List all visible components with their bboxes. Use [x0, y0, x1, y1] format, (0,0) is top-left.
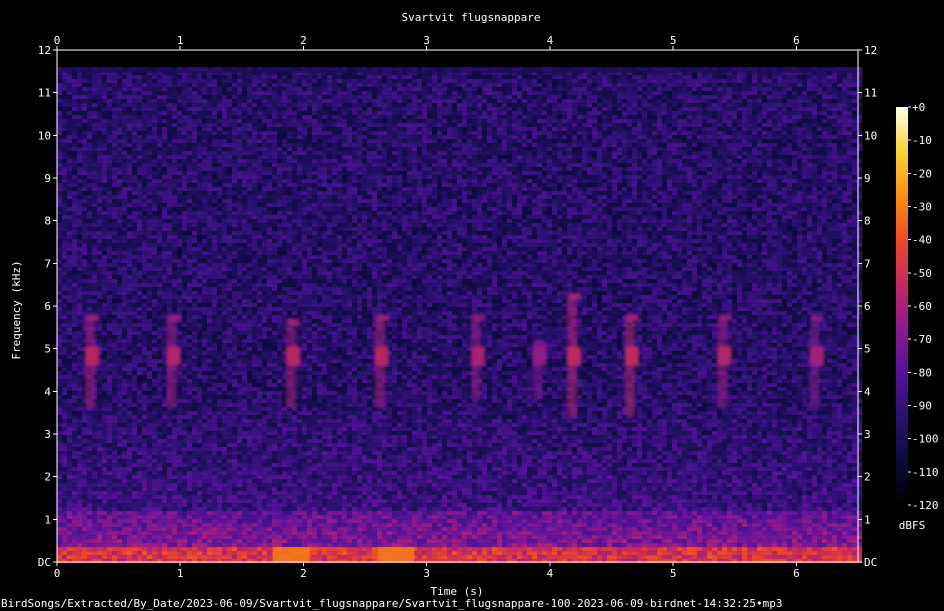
call-core [286, 346, 301, 366]
y-tick-label-right: 7 [864, 257, 871, 270]
call-upper-trace [472, 314, 485, 321]
y-tick-label-right: 1 [864, 513, 871, 526]
y-tick-label-left: DC [38, 556, 51, 569]
x-tick-label-top: 1 [177, 34, 184, 47]
y-tick-label-left: 8 [44, 215, 51, 228]
call-core [717, 346, 732, 366]
call-core [374, 346, 389, 366]
colorbar-tick-label: -100 [912, 433, 939, 446]
call-core [470, 346, 485, 366]
colorbar-tick-label: -20 [912, 167, 932, 180]
colorbar-ticks: +0 -10 -20 -30 -40 -50 -60 -70 -80 -90 -100 -110 -12… [908, 101, 939, 512]
y-tick-label-right: 11 [864, 87, 877, 100]
y-tick-label-right: 12 [864, 44, 877, 57]
y-tick-label-left: 10 [38, 129, 51, 142]
y-tick-label-right: 10 [864, 129, 877, 142]
colorbar-label: dBFS [899, 519, 926, 532]
x-tick-label-top: 5 [670, 34, 677, 47]
y-tick-label-right: 2 [864, 471, 871, 484]
x-tick-label-bottom: 3 [423, 567, 430, 580]
x-tick-label-top: 0 [54, 34, 61, 47]
call-upper-trace [534, 340, 547, 347]
y-tick-label-right: 9 [864, 172, 871, 185]
y-tick-label-left: 4 [44, 385, 51, 398]
call-upper-trace [87, 314, 100, 321]
colorbar-tick-label: -40 [912, 234, 932, 247]
call-core [625, 346, 640, 366]
y-tick-label-left: 1 [44, 513, 51, 526]
y-tick-label-right: 4 [864, 385, 871, 398]
cutoff-band [57, 67, 858, 74]
x-tick-label-top: 2 [300, 34, 307, 47]
colorbar-tick-label: -60 [912, 300, 932, 313]
y-tick-label-left: 5 [44, 343, 51, 356]
x-tick-label-bottom: 1 [177, 567, 184, 580]
call-core [567, 346, 582, 366]
x-tick-label-bottom: 4 [547, 567, 554, 580]
y-tick-label-left: 9 [44, 172, 51, 185]
colorbar-tick-label: -120 [912, 499, 939, 512]
y-tick-label-left: 12 [38, 44, 51, 57]
x-tick-label-bottom: 5 [670, 567, 677, 580]
colorbar-tick-label: -90 [912, 400, 932, 413]
x-tick-label-bottom: 6 [793, 567, 800, 580]
colorbar: +0 -10 -20 -30 -40 -50 -60 -70 -80 -90 -100 -110 -12… [896, 101, 939, 532]
y-tick-label-right: 6 [864, 300, 871, 313]
y-tick-label-left: 6 [44, 300, 51, 313]
colorbar-scale [896, 107, 908, 505]
call-upper-trace [376, 314, 389, 321]
file-path-footer: BirdSongs/Extracted/By_Date/2023-06-09/S… [1, 597, 782, 610]
call-core [85, 346, 100, 366]
dc-hotspot [272, 547, 310, 562]
colorbar-tick-label: -50 [912, 267, 932, 280]
dc-hotspot [377, 547, 415, 562]
x-tick-label-top: 3 [423, 34, 430, 47]
call-core [809, 346, 824, 366]
y-tick-label-left: 3 [44, 428, 51, 441]
spectrogram-plot [57, 50, 862, 564]
x-tick-label-bottom: 0 [54, 567, 61, 580]
call-upper-trace [569, 293, 582, 300]
call-core [532, 346, 547, 366]
call-upper-trace [168, 314, 181, 321]
y-tick-label-right: 8 [864, 215, 871, 228]
y-axis-label: Frequency (kHz) [10, 260, 23, 359]
y-tick-label-right: 3 [864, 428, 871, 441]
call-core [166, 346, 181, 366]
call-upper-trace [627, 314, 640, 321]
y-tick-label-left: 7 [44, 257, 51, 270]
x-tick-label-bottom: 2 [300, 567, 307, 580]
call-upper-trace [719, 314, 732, 321]
colorbar-tick-label: -80 [912, 366, 932, 379]
y-tick-label-right: 5 [864, 343, 871, 356]
spectrogram-chart: Svartvit flugsnappare 00112233445566DC DC… [1, 11, 939, 610]
colorbar-tick-label: +0 [912, 101, 925, 114]
y-tick-label-left: 11 [38, 87, 51, 100]
call-upper-trace [811, 314, 824, 321]
y-tick-label-left: 2 [44, 471, 51, 484]
colorbar-tick-label: -30 [912, 201, 932, 214]
x-tick-label-top: 4 [547, 34, 554, 47]
y-tick-label-right: DC [864, 556, 877, 569]
call-upper-trace [288, 318, 301, 326]
colorbar-tick-label: -70 [912, 333, 932, 346]
x-tick-label-top: 6 [793, 34, 800, 47]
chart-title: Svartvit flugsnappare [401, 11, 540, 24]
colorbar-tick-label: -110 [912, 466, 939, 479]
colorbar-tick-label: -10 [912, 134, 932, 147]
